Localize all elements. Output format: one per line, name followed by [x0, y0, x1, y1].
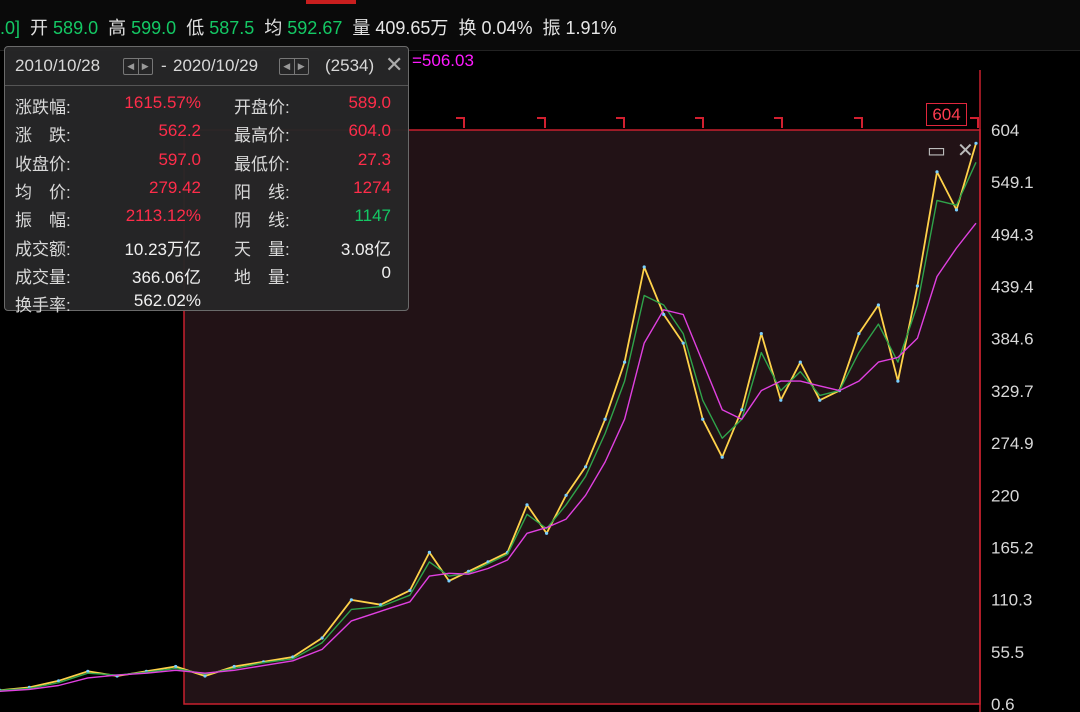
price-point: [681, 341, 685, 345]
stat-label: 地 量:: [234, 267, 290, 287]
stat-label: 最高价:: [234, 126, 290, 146]
y-tick-label: 55.5: [991, 643, 1024, 662]
stat-value: 597.0: [158, 149, 201, 169]
price-point: [320, 636, 324, 640]
start-date: 2010/10/28: [15, 56, 101, 75]
stat-label: 开盘价:: [234, 98, 290, 117]
y-tick-label: 165.2: [991, 538, 1034, 557]
price-point: [564, 493, 568, 497]
stat-value: 10.23万亿: [124, 239, 201, 259]
price-point: [642, 265, 646, 269]
stat-label: 天 量:: [234, 239, 290, 259]
bar-count: (2534): [325, 56, 375, 75]
stat-label: 涨跌幅:: [15, 98, 71, 117]
range-tick-marker: [456, 117, 465, 128]
price-point: [759, 332, 763, 336]
price-point: [974, 141, 978, 145]
y-tick-label: 220: [991, 486, 1019, 505]
y-tick-label: 604: [991, 121, 1019, 140]
stat-value: 562.2: [158, 121, 201, 141]
price-point: [525, 503, 529, 507]
price-point: [662, 312, 666, 317]
price-point: [857, 332, 861, 336]
stat-label: 最低价:: [234, 154, 290, 174]
restore-icon[interactable]: ▭: [927, 140, 946, 162]
y-tick-label: 494.3: [991, 225, 1034, 244]
price-point: [408, 588, 412, 593]
chevron-left-icon[interactable]: ◀: [124, 59, 139, 74]
price-point: [818, 398, 822, 402]
y-axis: 604 549.1 494.3 439.4 384.6 329.7 274.9 220 165.…: [991, 121, 1034, 712]
stat-value: 1615.57%: [124, 93, 201, 112]
end-date-stepper[interactable]: ◀ ▶: [279, 58, 309, 75]
stat-value: 589.0: [348, 93, 391, 112]
stat-label: 阳 线:: [234, 182, 290, 202]
stat-label: 成交额:: [15, 239, 71, 259]
stat-value: 279.42: [149, 177, 201, 197]
close-chart-icon[interactable]: ✕: [957, 140, 974, 162]
y-tick-label: 0.6: [991, 695, 1015, 712]
price-point: [86, 669, 90, 673]
price-point: [896, 379, 900, 383]
stat-value: 562.02%: [133, 291, 201, 311]
stat-label: 换手率:: [15, 296, 71, 316]
chevron-right-icon[interactable]: ▶: [139, 59, 153, 74]
window-controls: ▭ ✕: [927, 138, 974, 163]
price-point: [603, 417, 607, 421]
price-point: [174, 664, 178, 669]
y-tick-label: 274.9: [991, 434, 1034, 453]
chevron-right-icon[interactable]: ▶: [295, 59, 309, 74]
stat-value: 3.08亿: [340, 239, 391, 259]
stat-label: 阴 线:: [234, 211, 290, 231]
stat-label: 收盘价:: [15, 154, 71, 174]
y-tick-label: 329.7: [991, 382, 1034, 401]
stat-label: 成交量:: [15, 267, 71, 287]
range-tick-marker: [854, 117, 863, 128]
price-point: [203, 674, 207, 678]
stat-value: 1274: [353, 177, 391, 197]
price-point: [915, 284, 920, 288]
price-point: [701, 417, 705, 421]
stat-value: 2113.12%: [125, 206, 201, 226]
price-point: [584, 465, 588, 469]
range-tick-marker: [695, 117, 704, 128]
stat-label: 振 幅:: [15, 211, 71, 231]
range-stats-panel: 2010/10/28 ◀ ▶ - 2020/10/29 ◀ ▶ (2534) ✕ 涨…: [4, 46, 409, 315]
price-point: [447, 579, 451, 583]
y-tick-label: 439.4: [991, 278, 1034, 297]
price-point: [935, 170, 939, 174]
range-tick-marker: [774, 117, 783, 128]
stat-value: 1147: [354, 206, 391, 226]
range-tick-marker: [970, 117, 979, 128]
price-point: [798, 360, 802, 364]
stat-value: 604.0: [348, 121, 391, 141]
y-tick-label: 384.6: [991, 330, 1034, 349]
close-icon[interactable]: ✕: [385, 52, 403, 78]
start-date-stepper[interactable]: ◀ ▶: [123, 58, 153, 75]
stat-value: 366.06亿: [132, 267, 201, 287]
range-tick-marker: [537, 117, 546, 128]
price-point: [954, 208, 959, 212]
price-point: [779, 398, 783, 402]
high-price-tag: 604: [926, 103, 967, 126]
price-point: [427, 550, 431, 555]
y-tick-label: 549.1: [991, 173, 1034, 192]
price-point: [740, 408, 744, 412]
chevron-left-icon[interactable]: ◀: [280, 59, 295, 74]
price-point: [623, 360, 627, 364]
price-point: [720, 455, 724, 459]
price-point: [349, 598, 353, 602]
stat-label: 均 价:: [15, 182, 71, 202]
price-point: [876, 303, 881, 307]
range-tick-markers: [456, 117, 979, 128]
range-header: 2010/10/28 ◀ ▶ - 2020/10/29 ◀ ▶ (2534) ✕: [5, 47, 408, 86]
y-tick-label: 110.3: [991, 591, 1032, 610]
price-point: [545, 531, 549, 535]
range-tick-marker: [616, 117, 625, 128]
stat-label: 涨 跌:: [15, 126, 71, 146]
stat-value: 0: [381, 262, 391, 282]
end-date: 2020/10/29: [173, 56, 259, 75]
date-separator: -: [161, 56, 167, 75]
stat-value: 27.3: [357, 149, 391, 169]
